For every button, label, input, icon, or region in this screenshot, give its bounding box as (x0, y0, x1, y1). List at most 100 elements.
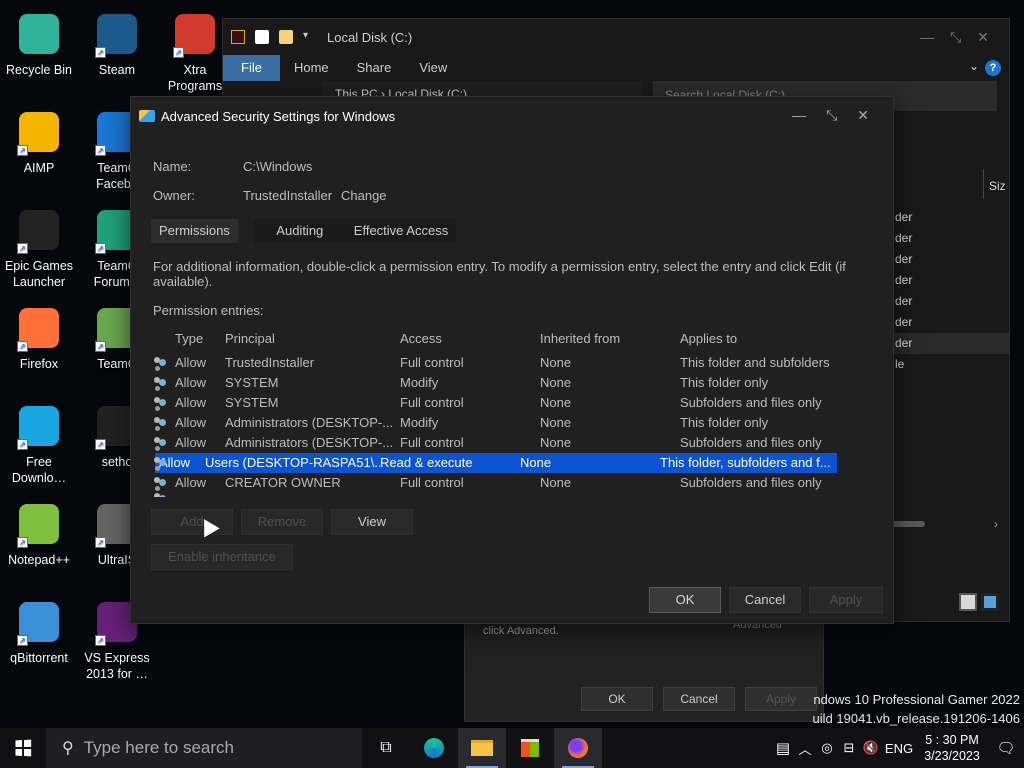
horizontal-scrollbar[interactable] (891, 521, 925, 527)
entry-principal: Administrators (DESKTOP-... (225, 415, 394, 430)
file-row[interactable]: der (893, 249, 1009, 270)
desktop-icon[interactable]: ↗ Firefox (0, 304, 78, 372)
customize-toolbar-icon[interactable]: ▾ (303, 30, 313, 44)
properties-apply-button[interactable]: Apply (745, 687, 817, 711)
microsoft-store-icon[interactable] (506, 728, 554, 768)
shortcut-arrow-icon: ↗ (17, 243, 28, 254)
details-view-icon[interactable] (959, 593, 977, 611)
entry-inherited-from: None (540, 355, 572, 370)
user-group-icon (153, 413, 175, 433)
ribbon-tab-view[interactable]: View (405, 55, 461, 81)
change-owner-link[interactable]: Change (341, 188, 387, 203)
user-group-icon (153, 473, 175, 493)
shortcut-arrow-icon: ↗ (17, 635, 28, 646)
file-row[interactable]: der (893, 291, 1009, 312)
network-icon[interactable]: ⊟ (838, 740, 860, 756)
desktop-icon[interactable]: ↗ Epic Games Launcher (0, 206, 78, 290)
expand-ribbon-icon[interactable]: ⌄ (969, 59, 979, 73)
help-icon[interactable]: ? (985, 60, 1001, 76)
edge-icon[interactable] (410, 728, 458, 768)
permission-entry-row[interactable]: Allow TrustedInstaller Full control None Thi… (153, 353, 865, 373)
column-type[interactable]: Type (175, 325, 225, 353)
ribbon-tab-home[interactable]: Home (280, 55, 343, 81)
entry-inherited-from: None (540, 475, 572, 490)
shortcut-arrow-icon: ↗ (17, 341, 28, 352)
clock[interactable]: 5 : 30 PM 3/23/2023 (916, 732, 988, 764)
maximize-icon[interactable]: ⤡ (950, 29, 961, 46)
desktop-icon[interactable]: ↗ Steam (78, 10, 156, 78)
desktop-icon[interactable]: ↗ Notepad++ (0, 500, 78, 568)
desktop-icon[interactable]: ↗ qBittorrent (0, 598, 78, 666)
properties-cancel-button[interactable]: Cancel (663, 687, 735, 711)
apply-button[interactable]: Apply (809, 587, 883, 613)
file-row[interactable]: le (893, 354, 1009, 375)
cancel-button[interactable]: Cancel (729, 587, 801, 613)
properties-ok-button[interactable]: OK (581, 687, 653, 711)
desktop-icon[interactable]: ↗ AIMP (0, 108, 78, 176)
desktop-icon[interactable]: Recycle Bin (0, 10, 78, 78)
recycle-bin-icon (15, 10, 63, 58)
column-inherited-from[interactable]: Inherited from (540, 325, 680, 353)
windows-logo-icon (15, 739, 32, 757)
close-icon[interactable]: ✕ (977, 29, 989, 46)
scroll-right-icon[interactable]: › (994, 517, 998, 531)
notifications-icon[interactable]: 🗨 (988, 739, 1024, 757)
advanced-security-dialog[interactable]: Advanced Security Settings for Windows —… (130, 96, 894, 624)
volume-muted-icon[interactable]: 🔇 (860, 740, 882, 756)
steam-icon: ↗ (93, 10, 141, 58)
desktop-icon[interactable]: ↗ Free Downlo… (0, 402, 78, 486)
enable-inheritance-button[interactable]: Enable inheritance (151, 544, 293, 570)
firefox-taskbar-icon[interactable] (554, 728, 602, 768)
news-icon[interactable]: ▤ (772, 739, 794, 757)
taskbar-search[interactable]: ⚲ Type here to search (46, 728, 362, 768)
entry-applies-to: This folder only (680, 375, 769, 390)
meet-now-icon[interactable]: ◎ (816, 740, 838, 756)
permission-entry-row[interactable]: Allow Administrators (DESKTOP-... Full con… (153, 433, 865, 453)
file-row[interactable]: der (893, 270, 1009, 291)
entry-type: Allow (175, 493, 225, 497)
permission-entry-row[interactable]: Allow SYSTEM Full control None Subfolders an… (153, 393, 865, 413)
shortcut-arrow-icon: ↗ (95, 635, 106, 646)
dialog-close-icon[interactable]: ✕ (857, 107, 869, 124)
permission-entry-row[interactable]: Allow SYSTEM Modify None This folder only (153, 373, 865, 393)
dialog-maximize-icon[interactable]: ⤡ (826, 107, 837, 124)
entry-access: Full control (400, 475, 464, 490)
start-button[interactable] (0, 728, 46, 768)
column-principal[interactable]: Principal (225, 325, 400, 353)
size-column-header[interactable]: Siz (989, 179, 1006, 193)
large-icons-view-icon[interactable] (981, 593, 999, 611)
shortcut-arrow-icon: ↗ (95, 145, 106, 156)
permission-entries-list[interactable]: Type Principal Access Inherited from App… (153, 325, 865, 497)
tab-permissions[interactable]: Permissions (151, 219, 238, 243)
dialog-minimize-icon[interactable]: — (792, 107, 806, 124)
ribbon-tab-file[interactable]: File (223, 55, 280, 81)
dialog-title-bar[interactable]: Advanced Security Settings for Windows (131, 97, 893, 135)
permission-entry-row[interactable]: Allow Administrators (DESKTOP-... Modify No… (153, 413, 865, 433)
column-access[interactable]: Access (400, 325, 540, 353)
add-button[interactable]: Add (151, 509, 233, 535)
show-hidden-icons-icon[interactable]: ︿ (794, 739, 816, 758)
entry-inherited-from: None (540, 415, 572, 430)
file-row[interactable]: der (893, 228, 1009, 249)
file-explorer-icon[interactable] (458, 728, 506, 768)
tab-auditing[interactable]: Auditing (253, 219, 346, 243)
properties-icon[interactable] (255, 30, 269, 44)
language-indicator[interactable]: ENG (882, 741, 916, 756)
file-row[interactable]: der (893, 312, 1009, 333)
file-row[interactable]: der (893, 333, 1009, 354)
column-applies-to[interactable]: Applies to (680, 325, 850, 353)
minimize-icon[interactable]: — (920, 29, 934, 46)
permission-entry-row[interactable]: AllowALL APPLICATION PACKAG...Read & exe… (153, 493, 865, 497)
file-row[interactable]: der (893, 207, 1009, 228)
explorer-title-bar[interactable]: ▾ Local Disk (C:) (223, 19, 1009, 55)
new-folder-icon[interactable] (279, 30, 293, 44)
ribbon-tab-share[interactable]: Share (343, 55, 406, 81)
permission-entry-row[interactable]: Allow CREATOR OWNER Full control None Subfol… (153, 473, 865, 493)
quick-access-toolbar: ▾ (231, 30, 313, 44)
task-view-icon[interactable]: ⧉ (362, 728, 410, 768)
view-button[interactable]: View (331, 509, 413, 535)
ok-button[interactable]: OK (649, 587, 721, 613)
remove-button[interactable]: Remove (241, 509, 323, 535)
tab-effective-access[interactable]: Effective Access (345, 219, 457, 243)
permission-entry-row[interactable]: Allow Users (DESKTOP-RASPA51\... Read & ex… (153, 453, 865, 473)
